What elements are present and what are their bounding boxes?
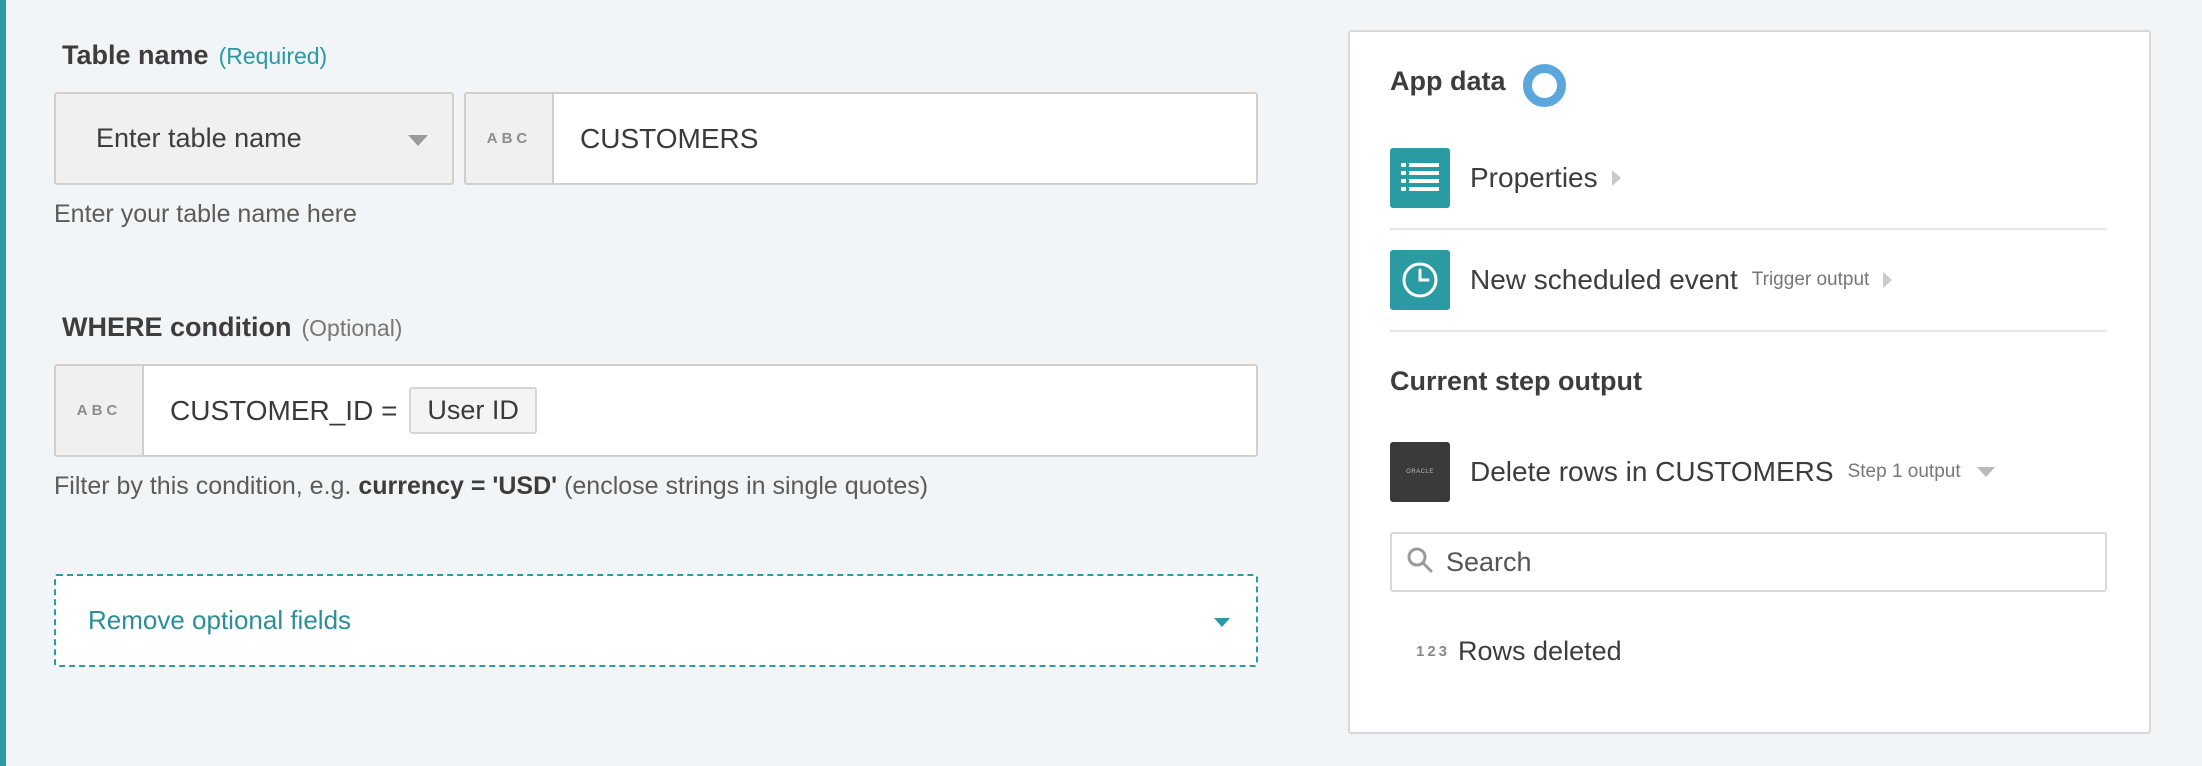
chevron-right-icon	[1611, 170, 1621, 186]
clock-icon	[1390, 250, 1450, 310]
loading-spinner-icon	[1523, 64, 1566, 107]
oracle-logo-icon: ORACLE	[1390, 442, 1450, 502]
chevron-right-icon	[1883, 272, 1893, 288]
chevron-down-icon	[1976, 467, 1995, 477]
properties-row[interactable]: Properties	[1390, 148, 2110, 208]
table-name-label: Table name (Required)	[62, 40, 327, 71]
search-input[interactable]	[1446, 546, 2086, 578]
delete-rows-row[interactable]: ORACLE Delete rows in CUSTOMERS Step 1 o…	[1390, 442, 2110, 502]
text-type-icon: ABC	[466, 94, 554, 183]
divider	[1390, 330, 2107, 332]
table-name-label-text: Table name	[62, 40, 209, 70]
scheduled-event-row[interactable]: New scheduled event Trigger output	[1390, 250, 2110, 310]
app-data-heading: App data	[1390, 66, 1506, 96]
help-suffix: (enclose strings in single quotes)	[564, 472, 929, 500]
delete-rows-label: Delete rows in CUSTOMERS	[1470, 456, 1834, 487]
list-icon	[1390, 148, 1450, 208]
rows-deleted-field[interactable]: 123 Rows deleted	[1416, 636, 1622, 667]
number-type-icon: 123	[1416, 643, 1451, 660]
trigger-output-tag: Trigger output	[1751, 269, 1870, 290]
where-condition-label: WHERE condition (Optional)	[62, 312, 402, 343]
search-icon	[1406, 546, 1434, 579]
rows-deleted-label: Rows deleted	[1458, 636, 1622, 666]
current-step-output-heading: Current step output	[1390, 366, 1642, 396]
search-field[interactable]	[1390, 532, 2107, 592]
where-condition-input[interactable]: ABC CUSTOMER_ID = User ID	[54, 364, 1258, 457]
oracle-logo-text: ORACLE	[1406, 469, 1434, 475]
table-name-value[interactable]: CUSTOMERS	[554, 94, 1256, 183]
where-condition-value[interactable]: CUSTOMER_ID = User ID	[144, 366, 1256, 455]
optional-tag: (Optional)	[301, 315, 403, 341]
where-condition-label-text: WHERE condition	[62, 312, 292, 342]
app-data-panel: App data Properties New scheduled event	[1348, 30, 2151, 734]
help-example: currency = 'USD'	[358, 472, 558, 500]
remove-optional-fields-label: Remove optional fields	[88, 605, 352, 635]
user-id-pill[interactable]: User ID	[409, 387, 537, 434]
step-output-tag: Step 1 output	[1847, 461, 1961, 482]
remove-optional-fields-toggle[interactable]: Remove optional fields	[54, 574, 1258, 667]
where-condition-help: Filter by this condition, e.g. currency …	[54, 472, 928, 501]
help-prefix: Filter by this condition, e.g.	[54, 472, 352, 500]
divider	[1390, 228, 2107, 230]
required-tag: (Required)	[218, 43, 328, 69]
properties-label: Properties	[1470, 162, 1598, 193]
table-name-mode-select[interactable]: Enter table name	[54, 92, 454, 185]
scheduled-event-label: New scheduled event	[1470, 264, 1738, 295]
table-name-help: Enter your table name here	[54, 200, 357, 228]
chevron-down-icon	[1214, 618, 1230, 627]
chevron-down-icon	[408, 135, 428, 146]
mode-select-label: Enter table name	[96, 123, 302, 153]
text-type-icon: ABC	[56, 366, 144, 455]
left-accent-bar	[0, 0, 6, 766]
where-condition-prefix: CUSTOMER_ID =	[170, 394, 398, 426]
table-name-input[interactable]: ABC CUSTOMERS	[464, 92, 1258, 185]
